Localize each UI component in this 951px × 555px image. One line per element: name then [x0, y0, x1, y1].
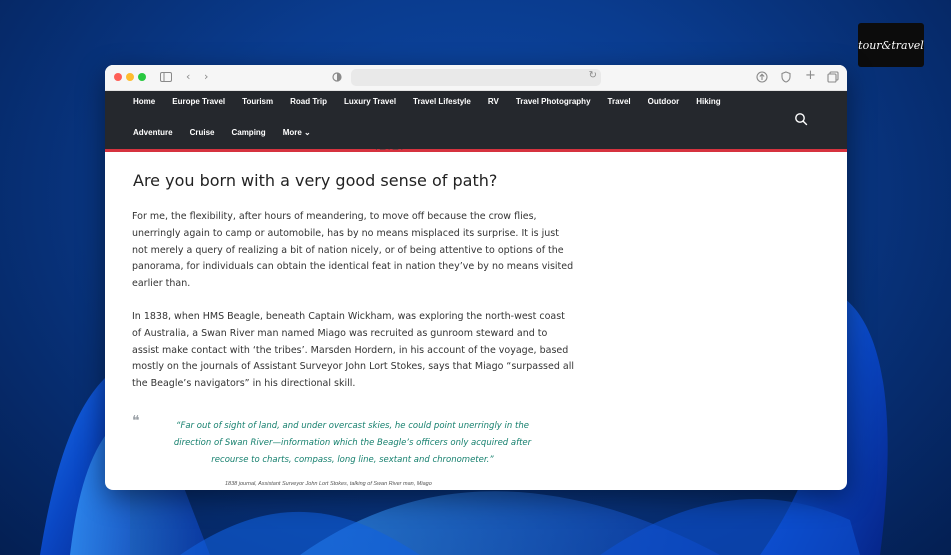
- minimize-window-button[interactable]: [126, 73, 134, 81]
- nav-row-secondary: Adventure Cruise Camping More ⌄: [133, 128, 328, 137]
- blockquote-text: “Far out of sight of land, and under ove…: [173, 421, 532, 465]
- nav-link-more-dropdown[interactable]: More ⌄: [283, 128, 311, 137]
- browser-titlebar: ‹ › ↻ +: [105, 65, 847, 91]
- nav-link-hiking[interactable]: Hiking: [696, 97, 720, 106]
- privacy-shield-icon[interactable]: [332, 72, 342, 82]
- article-paragraph-2: In 1838, when HMS Beagle, beneath Captai…: [132, 311, 574, 390]
- nav-link-europe-travel[interactable]: Europe Travel: [172, 97, 225, 106]
- browser-window: ‹ › ↻ + Home Europe Travel Tourism Road …: [105, 65, 847, 490]
- nav-link-adventure[interactable]: Adventure: [133, 128, 173, 137]
- brand-logo: tour&travel: [858, 23, 924, 67]
- nav-link-tourism[interactable]: Tourism: [242, 97, 273, 106]
- nav-link-road-trip[interactable]: Road Trip: [290, 97, 327, 106]
- nav-link-camping[interactable]: Camping: [231, 128, 265, 137]
- share-icon[interactable]: [756, 71, 768, 83]
- nav-link-cruise[interactable]: Cruise: [190, 128, 215, 137]
- back-arrow-icon[interactable]: ‹: [186, 70, 190, 84]
- quote-mark-icon: ❝: [132, 413, 140, 429]
- search-icon[interactable]: [794, 112, 808, 126]
- clipped-text-line: · ─ · ─ ·: [375, 145, 404, 154]
- shield-icon[interactable]: [780, 71, 792, 83]
- quote-caption: 1838 journal, Assistant Surveyor John Lo…: [225, 481, 432, 487]
- nav-link-home[interactable]: Home: [133, 97, 155, 106]
- close-window-button[interactable]: [114, 73, 122, 81]
- forward-arrow-icon[interactable]: ›: [204, 70, 208, 84]
- nav-link-rv[interactable]: RV: [488, 97, 499, 106]
- site-navbar: Home Europe Travel Tourism Road Trip Lux…: [105, 91, 847, 152]
- brand-logo-text: tour&travel: [858, 38, 924, 52]
- tabs-overview-icon[interactable]: [827, 71, 839, 83]
- reload-icon[interactable]: ↻: [589, 70, 597, 81]
- address-bar[interactable]: ↻: [351, 69, 601, 86]
- nav-link-travel-photography[interactable]: Travel Photography: [516, 97, 591, 106]
- article-content: · ─ · ─ · Are you born with a very good …: [105, 145, 847, 490]
- article-paragraph-1: For me, the flexibility, after hours of …: [132, 211, 574, 290]
- nav-link-travel-lifestyle[interactable]: Travel Lifestyle: [413, 97, 471, 106]
- new-tab-icon[interactable]: +: [805, 69, 816, 83]
- nav-link-travel[interactable]: Travel: [608, 97, 631, 106]
- nav-row-primary: Home Europe Travel Tourism Road Trip Lux…: [133, 97, 738, 106]
- nav-link-outdoor[interactable]: Outdoor: [648, 97, 680, 106]
- sidebar-toggle-icon[interactable]: [160, 72, 172, 82]
- maximize-window-button[interactable]: [138, 73, 146, 81]
- article-heading: Are you born with a very good sense of p…: [133, 171, 498, 190]
- nav-link-luxury-travel[interactable]: Luxury Travel: [344, 97, 396, 106]
